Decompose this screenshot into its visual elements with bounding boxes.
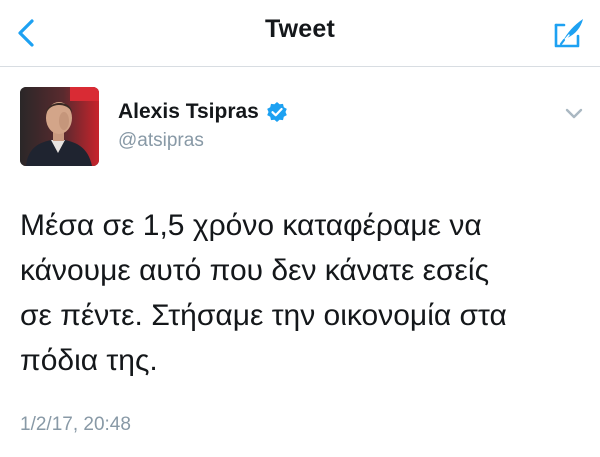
- compose-tweet-icon: [554, 19, 583, 48]
- author-name-text: Alexis Tsipras: [118, 100, 259, 123]
- page-title: Tweet: [265, 15, 335, 43]
- tweet-detail-screen: Tweet Alexis Tsipras @atsipras Μέσα σε 1…: [0, 0, 600, 457]
- tweet-text: Μέσα σε 1,5 χρόνο καταφέραμε να κάνουμε …: [20, 209, 507, 377]
- tweet-timestamp: 1/2/17, 20:48: [20, 414, 131, 435]
- compose-tweet-button[interactable]: [548, 12, 590, 54]
- author-name[interactable]: Alexis Tsipras: [118, 100, 288, 124]
- verified-badge-icon: [267, 102, 287, 122]
- profile-photo: [20, 87, 99, 166]
- avatar[interactable]: [20, 87, 99, 166]
- navigation-bar: Tweet: [0, 0, 600, 67]
- author-handle[interactable]: @atsipras: [118, 130, 204, 152]
- tweet-menu-button[interactable]: [562, 104, 586, 124]
- chevron-down-icon: [565, 108, 583, 119]
